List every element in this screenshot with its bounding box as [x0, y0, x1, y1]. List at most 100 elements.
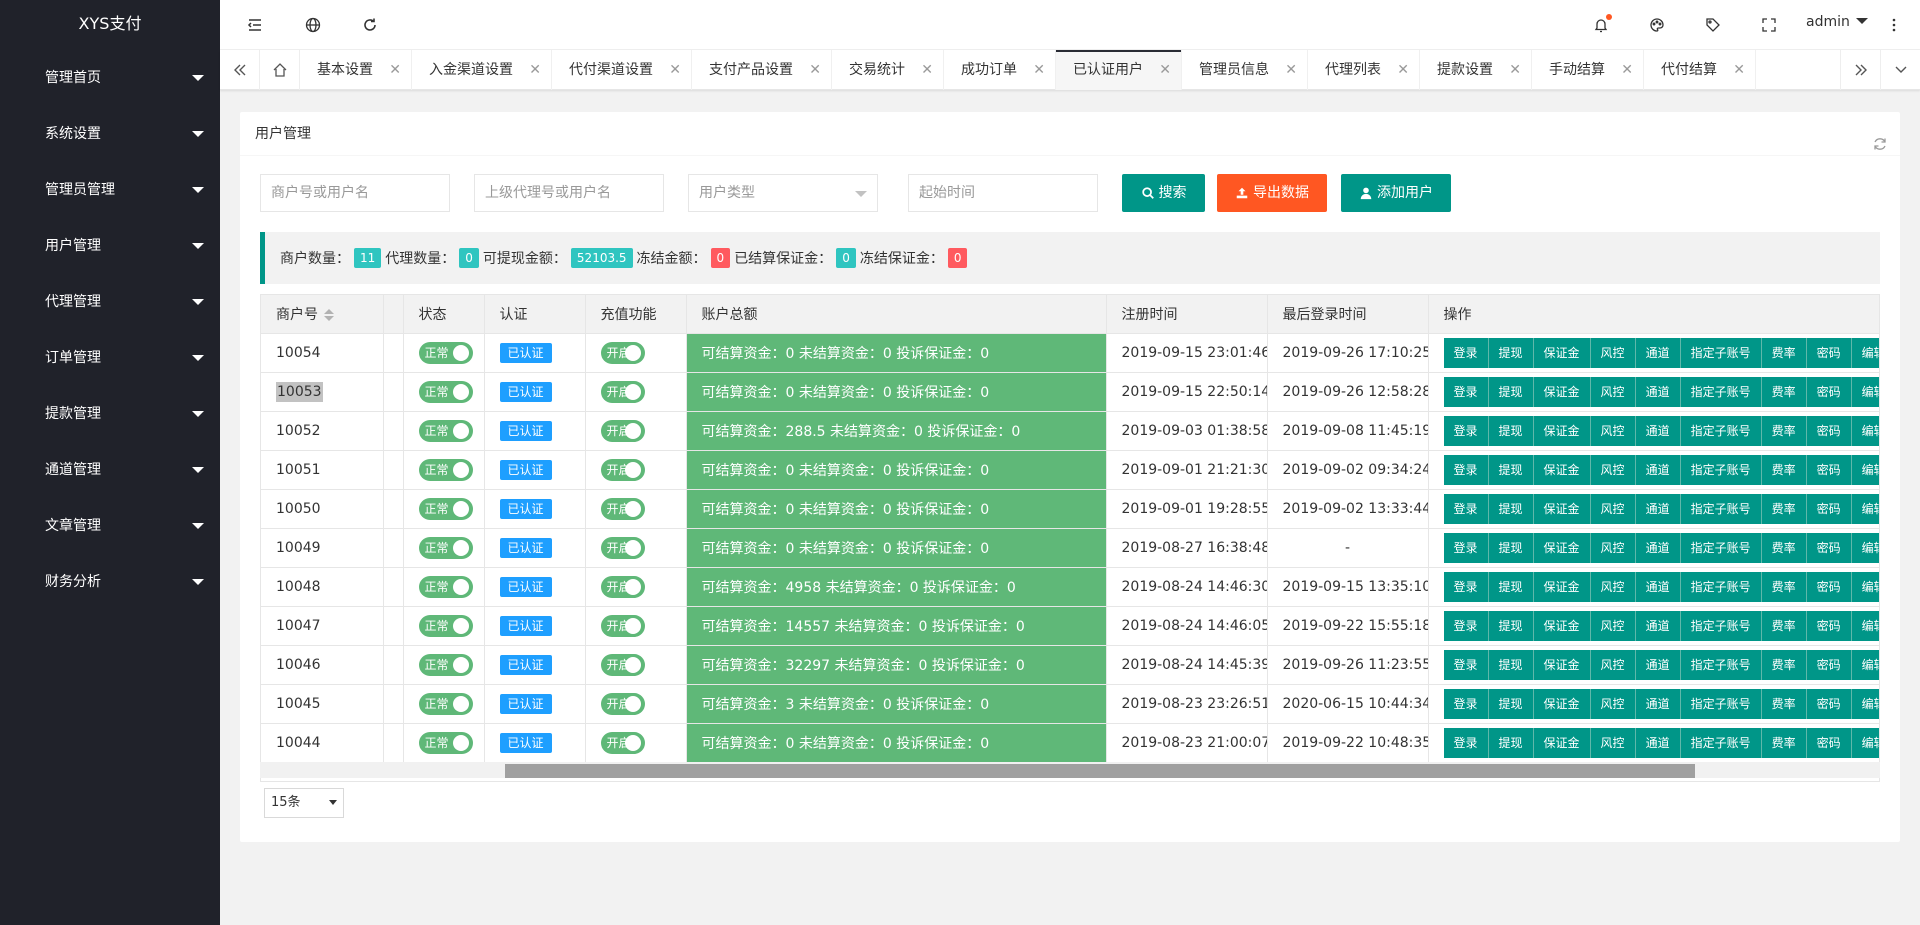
recharge-toggle[interactable]: 开启 [600, 614, 645, 637]
status-toggle[interactable]: 正常 [418, 692, 473, 715]
sidebar-item-6[interactable]: 提款管理 [0, 386, 220, 442]
close-icon[interactable]: ✕ [389, 50, 401, 90]
row-action-3-button[interactable]: 风控 [1590, 415, 1636, 446]
sidebar-item-8[interactable]: 文章管理 [0, 498, 220, 554]
row-action-6-button[interactable]: 费率 [1761, 415, 1807, 446]
row-action-0-button[interactable]: 登录 [1443, 493, 1489, 524]
status-toggle[interactable]: 正常 [418, 536, 473, 559]
tag-icon[interactable] [1701, 13, 1725, 37]
row-action-6-button[interactable]: 费率 [1761, 727, 1807, 758]
row-action-0-button[interactable]: 登录 [1443, 610, 1489, 641]
row-action-8-button[interactable]: 编辑 [1851, 337, 1879, 368]
row-action-6-button[interactable]: 费率 [1761, 610, 1807, 641]
close-icon[interactable]: ✕ [1509, 50, 1521, 90]
row-action-1-button[interactable]: 提现 [1488, 688, 1534, 719]
tab-3[interactable]: 支付产品设置 ✕ [692, 50, 832, 90]
recharge-toggle[interactable]: 开启 [600, 536, 645, 559]
row-action-4-button[interactable]: 通道 [1635, 415, 1681, 446]
row-action-4-button[interactable]: 通道 [1635, 337, 1681, 368]
row-action-1-button[interactable]: 提现 [1488, 532, 1534, 563]
agent-search-input[interactable] [474, 174, 664, 212]
admin-user-menu[interactable]: admin [1806, 14, 1868, 30]
row-action-7-button[interactable]: 密码 [1806, 454, 1852, 485]
globe-icon[interactable] [301, 13, 325, 37]
close-icon[interactable]: ✕ [809, 50, 821, 90]
recharge-toggle[interactable]: 开启 [600, 341, 645, 364]
row-action-6-button[interactable]: 费率 [1761, 454, 1807, 485]
sidebar-item-9[interactable]: 财务分析 [0, 554, 220, 610]
tabs-scroll-right-icon[interactable] [1840, 50, 1880, 90]
start-time-input[interactable] [908, 174, 1098, 212]
row-action-3-button[interactable]: 风控 [1590, 532, 1636, 563]
row-action-0-button[interactable]: 登录 [1443, 571, 1489, 602]
home-tab-icon[interactable] [260, 50, 300, 90]
tab-8[interactable]: 代理列表 ✕ [1308, 50, 1420, 90]
row-action-0-button[interactable]: 登录 [1443, 649, 1489, 680]
row-action-3-button[interactable]: 风控 [1590, 571, 1636, 602]
row-action-4-button[interactable]: 通道 [1635, 532, 1681, 563]
fullscreen-icon[interactable] [1757, 13, 1781, 37]
row-action-7-button[interactable]: 密码 [1806, 532, 1852, 563]
tabs-menu-chevron-icon[interactable] [1880, 50, 1920, 90]
close-icon[interactable]: ✕ [921, 50, 933, 90]
row-action-1-button[interactable]: 提现 [1488, 493, 1534, 524]
row-action-7-button[interactable]: 密码 [1806, 337, 1852, 368]
recharge-toggle[interactable]: 开启 [600, 653, 645, 676]
status-toggle[interactable]: 正常 [418, 614, 473, 637]
tab-2[interactable]: 代付渠道设置 ✕ [552, 50, 692, 90]
row-action-1-button[interactable]: 提现 [1488, 415, 1534, 446]
sidebar-item-5[interactable]: 订单管理 [0, 330, 220, 386]
row-action-5-button[interactable]: 指定子账号 [1680, 532, 1762, 563]
row-action-7-button[interactable]: 密码 [1806, 688, 1852, 719]
sidebar-item-7[interactable]: 通道管理 [0, 442, 220, 498]
tab-5[interactable]: 成功订单 ✕ [944, 50, 1056, 90]
row-action-2-button[interactable]: 保证金 [1533, 649, 1591, 680]
row-action-7-button[interactable]: 密码 [1806, 610, 1852, 641]
row-action-8-button[interactable]: 编辑 [1851, 415, 1879, 446]
row-action-0-button[interactable]: 登录 [1443, 532, 1489, 563]
add-user-button[interactable]: 添加用户 [1341, 174, 1451, 212]
col-merchant-id[interactable]: 商户号 [261, 295, 384, 334]
tab-1[interactable]: 入金渠道设置 ✕ [412, 50, 552, 90]
row-action-2-button[interactable]: 保证金 [1533, 415, 1591, 446]
row-action-8-button[interactable]: 编辑 [1851, 571, 1879, 602]
row-action-7-button[interactable]: 密码 [1806, 493, 1852, 524]
row-action-4-button[interactable]: 通道 [1635, 610, 1681, 641]
row-action-5-button[interactable]: 指定子账号 [1680, 571, 1762, 602]
card-refresh-icon[interactable] [1872, 126, 1888, 150]
row-action-2-button[interactable]: 保证金 [1533, 376, 1591, 407]
status-toggle[interactable]: 正常 [418, 341, 473, 364]
row-action-0-button[interactable]: 登录 [1443, 337, 1489, 368]
row-action-8-button[interactable]: 编辑 [1851, 610, 1879, 641]
row-action-3-button[interactable]: 风控 [1590, 493, 1636, 524]
search-button[interactable]: 搜索 [1122, 174, 1205, 212]
bell-icon[interactable] [1589, 13, 1613, 37]
row-action-3-button[interactable]: 风控 [1590, 454, 1636, 485]
recharge-toggle[interactable]: 开启 [600, 731, 645, 754]
close-icon[interactable]: ✕ [1285, 50, 1297, 90]
recharge-toggle[interactable]: 开启 [600, 692, 645, 715]
row-action-8-button[interactable]: 编辑 [1851, 688, 1879, 719]
tab-10[interactable]: 手动结算 ✕ [1532, 50, 1644, 90]
row-action-2-button[interactable]: 保证金 [1533, 727, 1591, 758]
row-action-4-button[interactable]: 通道 [1635, 493, 1681, 524]
row-action-1-button[interactable]: 提现 [1488, 454, 1534, 485]
close-icon[interactable]: ✕ [669, 50, 681, 90]
row-action-1-button[interactable]: 提现 [1488, 727, 1534, 758]
row-action-1-button[interactable]: 提现 [1488, 649, 1534, 680]
row-action-5-button[interactable]: 指定子账号 [1680, 376, 1762, 407]
close-icon[interactable]: ✕ [1621, 50, 1633, 90]
row-action-4-button[interactable]: 通道 [1635, 571, 1681, 602]
page-size-select[interactable]: 15条 [264, 788, 344, 818]
row-action-5-button[interactable]: 指定子账号 [1680, 337, 1762, 368]
row-action-8-button[interactable]: 编辑 [1851, 649, 1879, 680]
row-action-3-button[interactable]: 风控 [1590, 376, 1636, 407]
close-icon[interactable]: ✕ [1733, 50, 1745, 90]
row-action-2-button[interactable]: 保证金 [1533, 688, 1591, 719]
recharge-toggle[interactable]: 开启 [600, 458, 645, 481]
status-toggle[interactable]: 正常 [418, 575, 473, 598]
status-toggle[interactable]: 正常 [418, 419, 473, 442]
status-toggle[interactable]: 正常 [418, 497, 473, 520]
users-table-container[interactable]: 商户号 状态 认证 充值功能 账户总额 注册时间 最后登录时间 操作 10054… [260, 294, 1880, 782]
more-vertical-icon[interactable] [1882, 13, 1906, 37]
